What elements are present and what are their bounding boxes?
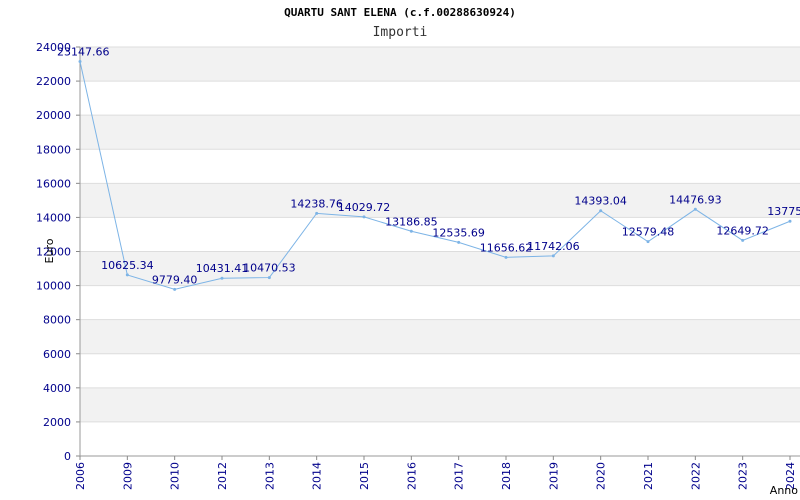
data-label: 12535.69 (432, 226, 485, 239)
data-label: 11742.06 (527, 240, 580, 253)
data-point (267, 276, 271, 280)
y-tick-label: 22000 (36, 75, 71, 88)
x-tick-label: 2009 (121, 462, 134, 490)
data-label: 12649.72 (716, 224, 769, 237)
line-chart: 0200040006000800010000120001400016000180… (36, 41, 800, 497)
y-tick-label: 8000 (43, 314, 71, 327)
data-point (551, 254, 555, 258)
grid-band (80, 387, 800, 422)
data-point (599, 209, 603, 213)
y-tick-label: 4000 (43, 382, 71, 395)
data-point (646, 240, 650, 244)
data-label: 10470.53 (243, 262, 296, 275)
y-tick-label: 10000 (36, 280, 71, 293)
x-tick-labels: 2006 2009 2010 2012 2013 2014 2015 2016 2017 2018… (74, 462, 797, 490)
y-tick-label: 18000 (36, 143, 71, 156)
data-point (125, 273, 129, 277)
data-label: 10431.41 (196, 262, 249, 275)
y-axis-label: Euro (43, 238, 56, 263)
data-label: 14238.76 (290, 197, 343, 210)
data-point (693, 207, 697, 211)
data-label: 14476.93 (669, 193, 722, 206)
data-label: 13775.3 (767, 205, 800, 218)
y-tick-label: 14000 (36, 211, 71, 224)
y-tick-label: 6000 (43, 348, 71, 361)
y-tick-label: 2000 (43, 416, 71, 429)
x-tick-label: 2015 (358, 462, 371, 490)
x-tick-label: 2012 (216, 462, 229, 490)
data-point (173, 287, 177, 291)
y-tick-label: 16000 (36, 177, 71, 190)
x-tick-label: 2014 (311, 462, 324, 490)
data-label: 23147.66 (57, 46, 110, 59)
data-label: 13186.85 (385, 215, 438, 228)
data-point (457, 240, 461, 244)
y-tick-label: 0 (64, 450, 71, 463)
y-tick-label: 20000 (36, 109, 71, 122)
data-point (409, 229, 413, 233)
data-point (362, 215, 366, 219)
data-point (315, 211, 319, 215)
x-tick-label: 2013 (263, 462, 276, 490)
grid-band (80, 47, 800, 82)
x-tick-label: 2016 (405, 462, 418, 490)
x-tick-label: 2006 (74, 462, 87, 490)
data-labels: 23147.66 10625.349779.4010431.4110470.53 1… (57, 46, 800, 287)
x-tick-label: 2022 (689, 462, 702, 490)
data-point (504, 255, 508, 259)
x-tick-label: 2018 (500, 462, 513, 490)
x-tick-label: 2023 (737, 462, 750, 490)
data-label: 9779.40 (152, 273, 198, 286)
data-label: 14029.72 (338, 201, 391, 214)
x-tick-label: 2010 (169, 462, 182, 490)
grid-band (80, 319, 800, 354)
data-point (788, 219, 792, 223)
data-point (78, 60, 82, 64)
data-label: 11656.62 (480, 241, 533, 254)
x-axis-label: Anno (770, 484, 798, 497)
data-point (741, 238, 745, 242)
data-label: 10625.34 (101, 259, 154, 272)
data-label: 12579.48 (622, 226, 675, 239)
grid-band (80, 115, 800, 150)
x-tick-label: 2019 (547, 462, 560, 490)
x-tick-label: 2020 (595, 462, 608, 490)
data-label: 14393.04 (574, 195, 627, 208)
data-point (220, 276, 224, 280)
x-tick-label: 2021 (642, 462, 655, 490)
x-tick-label: 2017 (453, 462, 466, 490)
